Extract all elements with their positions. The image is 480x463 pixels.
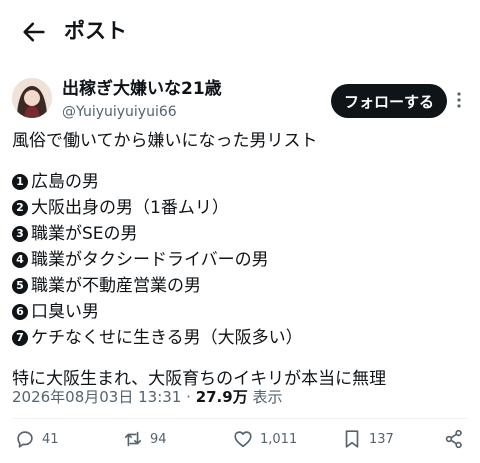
like-button[interactable]: 1,011: [232, 425, 297, 453]
reply-count: 41: [42, 431, 59, 447]
list-number: 3: [12, 226, 28, 242]
post-body: 風俗で働いてから嫌いになった男リスト 1 広島の男 2 大阪出身の男（1番ムリ） 3…: [12, 128, 468, 392]
divider: [12, 418, 468, 419]
meta-separator: ·: [186, 388, 191, 406]
list-item: 1 広島の男: [12, 169, 468, 195]
list-item: 5 職業が不動産営業の男: [12, 273, 468, 299]
list-item-text: 職業がSEの男: [31, 224, 138, 244]
follow-button[interactable]: フォローする: [331, 84, 447, 118]
list-number: 5: [12, 278, 28, 294]
post-meta: 2026年08月03日 13:31 · 27.9万 表示: [12, 386, 283, 408]
action-bar: 41 94 1,011 137: [0, 425, 480, 453]
list-item: 6 口臭い男: [12, 299, 468, 325]
bookmark-count: 137: [369, 431, 394, 447]
list-item-text: 職業が不動産営業の男: [31, 276, 201, 296]
list-item-text: 口臭い男: [31, 302, 99, 322]
list-item: 4 職業がタクシードライバーの男: [12, 247, 468, 273]
more-icon[interactable]: [450, 88, 468, 112]
list-item-text: 職業がタクシードライバーの男: [31, 250, 269, 270]
bookmark-icon: [345, 430, 359, 448]
author-handle[interactable]: @Yuiyuiyuiyui66: [62, 102, 222, 122]
post-timestamp[interactable]: 2026年08月03日 13:31: [12, 388, 181, 406]
list-number: 7: [12, 330, 28, 346]
list-item: 2 大阪出身の男（1番ムリ）: [12, 195, 468, 221]
list-number: 1: [12, 174, 28, 190]
share-button[interactable]: [443, 425, 471, 453]
reply-button[interactable]: 41: [14, 425, 59, 453]
like-count: 1,011: [260, 431, 298, 447]
page-title: ポスト: [64, 19, 127, 43]
list-item-text: 広島の男: [31, 172, 99, 192]
back-arrow-icon[interactable]: [20, 18, 48, 46]
list-item: 3 職業がSEの男: [12, 221, 468, 247]
author-name[interactable]: 出稼ぎ大嫌いな21歳: [62, 78, 222, 100]
like-icon: [234, 431, 252, 448]
list-number: 2: [12, 200, 28, 216]
list-number: 4: [12, 252, 28, 268]
reply-icon: [17, 431, 33, 448]
list-item-text: 大阪出身の男（1番ムリ）: [31, 198, 229, 218]
view-label: 表示: [252, 388, 283, 406]
view-count: 27.9万: [195, 388, 248, 406]
top-bar: ポスト: [0, 0, 480, 64]
list-item: 7 ケチなくせに生きる男（大阪多い）: [12, 325, 468, 351]
bookmark-button[interactable]: 137: [341, 425, 394, 453]
repost-count: 94: [150, 431, 167, 447]
avatar[interactable]: [12, 78, 52, 118]
repost-icon: [124, 431, 142, 447]
list-item-text: ケチなくせに生きる男（大阪多い）: [31, 328, 303, 348]
list-number: 6: [12, 304, 28, 320]
repost-button[interactable]: 94: [122, 425, 167, 453]
author-block: 出稼ぎ大嫌いな21歳 @Yuiyuiyuiyui66: [62, 78, 222, 122]
share-icon: [445, 429, 462, 449]
post-intro: 風俗で働いてから嫌いになった男リスト: [12, 131, 318, 151]
avatar-picture: [12, 78, 52, 118]
